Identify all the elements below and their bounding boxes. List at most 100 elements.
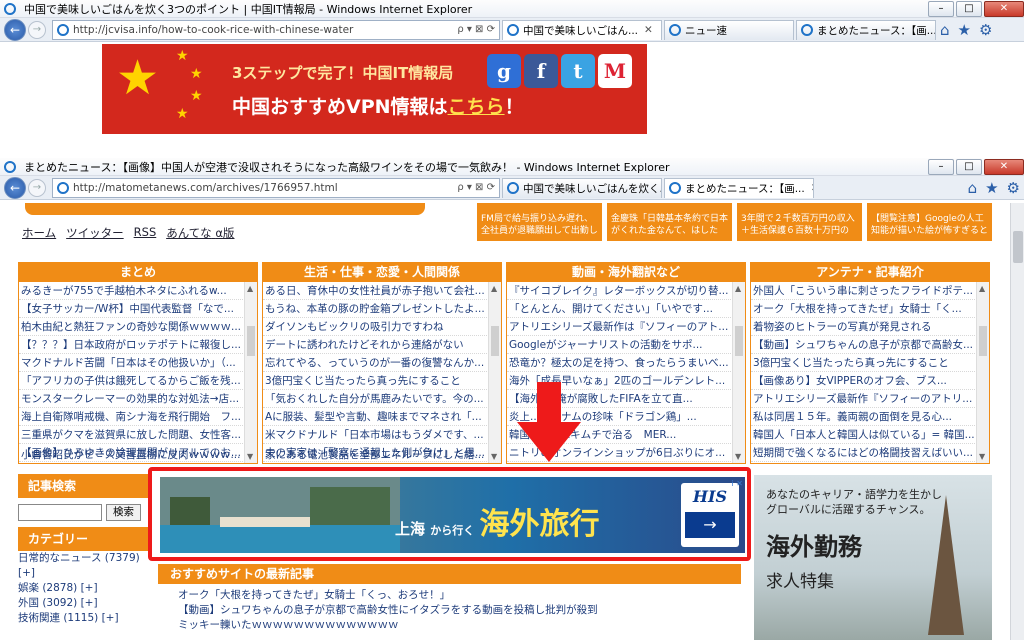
list-item[interactable]: 「アフリカの子供は餓死してるからご飯を残...: [19, 372, 243, 390]
favorites-icon[interactable]: ★: [985, 179, 998, 197]
address-controls[interactable]: ρ ▾ ⊠ ⟳: [453, 24, 495, 35]
search-button[interactable]: 検索: [106, 504, 141, 521]
scrollbar-thumb[interactable]: [979, 326, 987, 356]
list-item[interactable]: 「気おくれした自分が馬鹿みたいです。今の...: [263, 390, 487, 408]
gmail-icon[interactable]: M: [598, 54, 632, 88]
url-text[interactable]: http://matometanews.com/archives/1766957…: [73, 182, 453, 194]
arrow-right-icon[interactable]: →: [685, 512, 735, 538]
list-item[interactable]: 【動画】シュワちゃんの息子が京都で高齢女性にイタズラをする動画を投稿し批判が殺到: [158, 603, 741, 618]
scroll-up-icon[interactable]: ▲: [979, 284, 985, 293]
list-item[interactable]: 三重県がクマを滋賀県に放した問題、女性客...: [19, 426, 243, 444]
settings-gear-icon[interactable]: ⚙: [1007, 179, 1020, 197]
list-item[interactable]: 【女子サッカー/W杯】中国代表監督「なで...: [19, 300, 243, 318]
list-item[interactable]: 忘れてやる、っていうのが一番の復讐なんか...: [263, 354, 487, 372]
list-item[interactable]: 韓国人「日本人と韓国人は似ている」= 韓国...: [751, 426, 975, 444]
tab-close-icon[interactable]: ✕: [644, 24, 653, 36]
scroll-up-icon[interactable]: ▲: [735, 284, 741, 293]
list-item[interactable]: 外国人「こういう串に刺さったフライドポテ...: [751, 282, 975, 300]
list-item[interactable]: 「とんとん、開けてください」「いやです...: [507, 300, 731, 318]
list-item[interactable]: Googleがジャーナリストの活動をサポ...: [507, 336, 731, 354]
scroll-down-icon[interactable]: ▼: [979, 452, 985, 461]
tab-close-icon[interactable]: ✕: [811, 182, 813, 194]
list-item[interactable]: アトリエシリーズ最新作『ソフィーのアトリ...: [751, 390, 975, 408]
list-item[interactable]: ダイソンもビックリの吸引力ですわね: [263, 318, 487, 336]
list-item[interactable]: 3億円宝くじ当たったら真っ先にすること: [263, 372, 487, 390]
vpn-banner[interactable]: ★ ★ ★ ★ ★ 3ステップで完了！中国IT情報局 中国おすすめVPN情報はこ…: [102, 44, 647, 134]
list-item[interactable]: モンスタークレーマーの効果的な対処法→店...: [19, 390, 243, 408]
job-ad[interactable]: あなたのキャリア・語学力を生かし グローバルに活躍するチャンス。 海外勤務 求人特…: [754, 475, 992, 640]
google-icon[interactable]: g: [487, 54, 521, 88]
list-item[interactable]: 柏木由紀と熱狂ファンの奇妙な関係ｗｗｗｗ...: [19, 318, 243, 336]
address-controls[interactable]: ρ ▾ ⊠ ⟳: [453, 182, 495, 193]
list-item[interactable]: 【画像あり】女VIPPERのオフ会、ブス...: [751, 372, 975, 390]
list-item[interactable]: Aに服装、髪型や言動、趣味までマネされ「...: [263, 408, 487, 426]
list-item[interactable]: 家にある電池製品を全部エネループにした結...: [262, 447, 502, 463]
page-scrollbar[interactable]: [1010, 203, 1024, 640]
tab-matometa[interactable]: まとめたニュース：【画...: [796, 19, 936, 40]
scroll-up-icon[interactable]: ▲: [247, 284, 253, 293]
nav-home[interactable]: ホーム: [22, 225, 56, 241]
tab-china-rice[interactable]: 中国で美味しいごはんを炊く...: [502, 177, 662, 198]
minimize-button[interactable]: –: [928, 0, 954, 17]
scrollbar-thumb[interactable]: [735, 326, 743, 356]
thumb-article[interactable]: 【閲覧注意】Googleの人工知能が描いた絵が怖すぎると: [867, 203, 992, 241]
list-item[interactable]: もうね、本革の豚の貯金箱プレゼントしたよ...: [263, 300, 487, 318]
scroll-down-icon[interactable]: ▼: [735, 452, 741, 461]
nav-twitter[interactable]: ツイッター: [66, 225, 124, 241]
home-icon[interactable]: ⌂: [968, 179, 978, 197]
scrollbar-thumb[interactable]: [247, 326, 255, 356]
back-icon[interactable]: ←: [4, 176, 26, 199]
list-item[interactable]: オーク「大根を持ってきたぜ」女騎士「く...: [751, 300, 975, 318]
category-item[interactable]: 技術関連 (1115) [+]: [18, 611, 148, 626]
tab-matometa[interactable]: まとめたニュース：【画... ✕: [664, 177, 814, 198]
category-item[interactable]: 日常的なニュース (7379) [+]: [18, 551, 148, 581]
thumb-article[interactable]: FM局で給与振り込み遅れ、全社員が退職願出して出勤し: [477, 203, 602, 241]
scrollbar-thumb[interactable]: [1013, 231, 1023, 263]
his-travel-ad[interactable]: 上海 から行く 海外旅行 HIS → i ✕: [160, 477, 745, 553]
list-item[interactable]: オーク「大根を持ってきたぜ」女騎士「くっ、おろせ！」: [158, 588, 741, 603]
tab-nyusoku[interactable]: ニュー速: [664, 19, 794, 40]
list-item[interactable]: 【？？？】日本政府がロッテポテトに報復し...: [19, 336, 243, 354]
scroll-up-icon[interactable]: ▲: [491, 284, 497, 293]
category-item[interactable]: 外国 (3092) [+]: [18, 596, 148, 611]
tab-china-rice[interactable]: 中国で美味しいごはん... ✕: [502, 19, 662, 40]
list-item[interactable]: 小倉智昭氏がピース又吉直樹に皮肉ｗｗｗｗ...: [18, 447, 258, 463]
list-item[interactable]: みるきーが755で手越柏木ネタにふれるw...: [19, 282, 243, 300]
close-button[interactable]: ✕: [984, 158, 1024, 175]
thumb-article[interactable]: 金慶珠「日韓基本条約で日本がくれた金なんて、はした: [607, 203, 732, 241]
site-logo[interactable]: [25, 203, 425, 215]
list-item[interactable]: 『サイコブレイク』レターボックスが切り替...: [507, 282, 731, 300]
settings-gear-icon[interactable]: ⚙: [979, 21, 992, 39]
column-scrollbar[interactable]: ▲ ▼: [732, 282, 745, 463]
list-item[interactable]: 【動画】シュワちゃんの息子が京都で高齢女...: [751, 336, 975, 354]
scrollbar-thumb[interactable]: [491, 326, 499, 356]
category-item[interactable]: 娯楽 (2878) [+]: [18, 581, 148, 596]
list-item[interactable]: 私は同居１５年。義両親の面倒を見る心...: [751, 408, 975, 426]
list-item[interactable]: ミッキー轢いたｗｗｗｗｗｗｗｗｗｗｗｗｗｗ: [158, 618, 741, 633]
nav-rss[interactable]: RSS: [134, 225, 157, 241]
back-icon[interactable]: ←: [4, 18, 26, 41]
list-item[interactable]: 短期間で強くなるにはどの格闘技習えばいい...: [751, 444, 975, 462]
forward-icon[interactable]: →: [28, 20, 46, 39]
thumb-article[interactable]: 3年間で２千数百万円の収入＋生活保護６百数十万円の: [737, 203, 862, 241]
list-item[interactable]: 3億円宝くじ当たったら真っ先にすること: [751, 354, 975, 372]
forward-icon[interactable]: →: [28, 178, 46, 197]
list-item[interactable]: アトリエシリーズ最新作は『ソフィーのアト...: [507, 318, 731, 336]
maximize-button[interactable]: □: [956, 0, 982, 17]
favorites-icon[interactable]: ★: [958, 21, 971, 39]
search-input[interactable]: [18, 504, 102, 521]
list-item[interactable]: 恐竜か？極太の足を持つ、食ったらうまいべ...: [507, 354, 731, 372]
twitter-icon[interactable]: t: [561, 54, 595, 88]
column-scrollbar[interactable]: ▲ ▼: [976, 282, 989, 463]
column-scrollbar[interactable]: ▲ ▼: [488, 282, 501, 463]
column-scrollbar[interactable]: ▲ ▼: [244, 282, 257, 463]
url-text[interactable]: http://jcvisa.info/how-to-cook-rice-with…: [73, 24, 453, 36]
list-item[interactable]: 米マクドナルド「日本市場はもうダメです、...: [263, 426, 487, 444]
minimize-button[interactable]: –: [928, 158, 954, 175]
address-bar[interactable]: http://matometanews.com/archives/1766957…: [52, 177, 500, 198]
ad-close-icon[interactable]: i ✕: [732, 479, 743, 488]
address-bar[interactable]: http://jcvisa.info/how-to-cook-rice-with…: [52, 19, 500, 40]
list-item[interactable]: マクドナルド苦闘「日本はその他扱いか」（...: [19, 354, 243, 372]
home-icon[interactable]: ⌂: [940, 21, 950, 39]
list-item[interactable]: 海上自衛隊哨戒機、南シナ海を飛行開始 フ...: [19, 408, 243, 426]
